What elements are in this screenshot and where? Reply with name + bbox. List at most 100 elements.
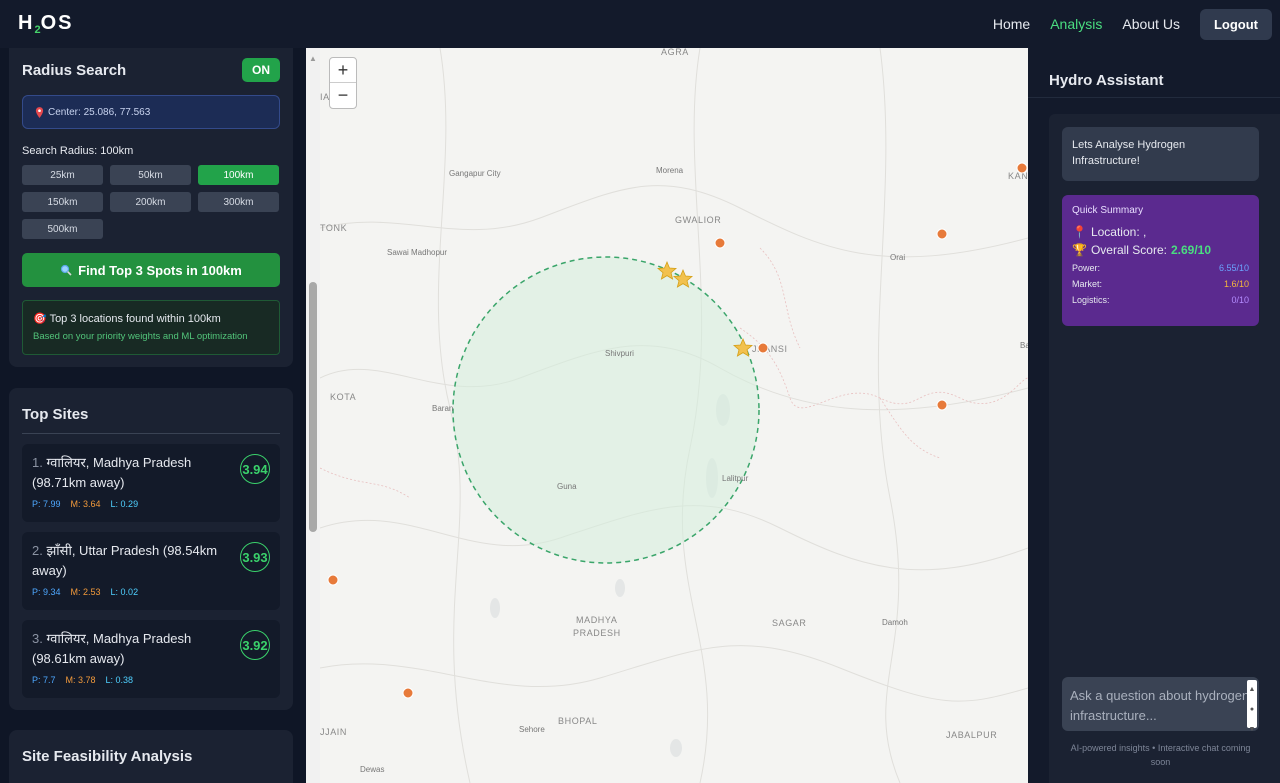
market-label: Market: (1072, 279, 1103, 289)
assistant-chat-area[interactable]: Lets Analyse Hydrogen Infrastructure! Qu… (1049, 114, 1280, 783)
find-top-spots-button[interactable]: Find Top 3 Spots in 100km (22, 253, 280, 287)
market-stat: M: 3.78 (65, 675, 96, 685)
target-icon: 🎯 (33, 313, 47, 325)
chat-input-scrollbar[interactable]: ▲ ● ▼ (1247, 680, 1257, 733)
top-sites-card: Top Sites 1. ग्वालियर, Madhya Pradesh (9… (9, 388, 293, 710)
site-item[interactable]: 1. ग्वालियर, Madhya Pradesh (98.71km awa… (22, 444, 280, 522)
search-radius-label: Search Radius: 100km (22, 145, 134, 157)
site-name: 3. ग्वालियर, Madhya Pradesh (98.61km awa… (32, 631, 192, 666)
svg-text:Baran: Baran (432, 404, 453, 413)
radius-search-title: Radius Search (22, 61, 127, 79)
hydro-assistant-panel: Hydro Assistant Lets Analyse Hydrogen In… (1028, 48, 1280, 783)
site-score: 3.93 (240, 542, 270, 572)
pin-icon (35, 106, 44, 118)
svg-text:Lalitpur: Lalitpur (722, 474, 749, 483)
chat-input[interactable]: Ask a question about hydrogen infrastruc… (1062, 677, 1259, 733)
svg-text:Damoh: Damoh (882, 618, 908, 627)
logistics-stat: L: 0.02 (110, 587, 139, 597)
assistant-message: Lets Analyse Hydrogen Infrastructure! (1062, 127, 1259, 181)
scroll-thumb[interactable] (309, 282, 317, 532)
trophy-icon: 🏆 (1072, 243, 1087, 257)
radius-toggle[interactable]: ON (242, 58, 280, 82)
radius-option-100km[interactable]: 100km (198, 165, 279, 185)
main-nav: Home Analysis About Us Logout (993, 8, 1272, 40)
radius-option-200km[interactable]: 200km (110, 192, 191, 212)
sidebar-scrollbar[interactable]: ▲ (306, 48, 320, 783)
app-logo[interactable]: H2OS (18, 12, 73, 36)
site-item[interactable]: 3. ग्वालियर, Madhya Pradesh (98.61km awa… (22, 620, 280, 698)
map-view[interactable]: AGRA IA Gangapur City Morena GWALIOR TON… (320, 48, 1028, 783)
site-stats: P: 7.99 M: 3.64 L: 0.29 (32, 499, 270, 509)
site-item[interactable]: 2. झाँसी, Uttar Pradesh (98.54km away) P:… (22, 532, 280, 610)
assistant-footer: AI-powered insights • Interactive chat c… (1070, 743, 1251, 767)
radius-option-25km[interactable]: 25km (22, 165, 103, 185)
svg-text:JHANSI: JHANSI (752, 344, 788, 354)
radius-option-500km[interactable]: 500km (22, 219, 103, 239)
svg-text:Morena: Morena (656, 166, 684, 175)
svg-text:BHOPAL: BHOPAL (558, 716, 597, 726)
market-stat: M: 2.53 (70, 587, 101, 597)
svg-text:MADHYA: MADHYA (576, 615, 617, 625)
svg-text:Shivpuri: Shivpuri (605, 349, 634, 358)
power-stat: P: 9.34 (32, 587, 61, 597)
svg-text:Gangapur City: Gangapur City (449, 169, 501, 178)
search-icon (61, 264, 72, 276)
power-label: Power: (1072, 263, 1101, 273)
top-sites-list: 1. ग्वालियर, Madhya Pradesh (98.71km awa… (22, 444, 280, 698)
svg-text:JJAIN: JJAIN (320, 727, 347, 737)
overall-score-value: 2.69/10 (1170, 243, 1212, 257)
svg-text:Sehore: Sehore (519, 725, 545, 734)
summary-location: Location: , (1090, 225, 1147, 239)
result-subtitle: Based on your priority weights and ML op… (33, 331, 248, 342)
overall-score-label: Overall Score: (1090, 243, 1167, 257)
svg-text:JABALPUR: JABALPUR (946, 730, 997, 740)
svg-text:KOTA: KOTA (330, 392, 356, 402)
svg-text:Dewas: Dewas (360, 765, 384, 774)
site-feasibility-card: Site Feasibility Analysis (9, 730, 293, 783)
top-navbar: H2OS Home Analysis About Us Logout (0, 0, 1280, 48)
svg-text:GWALIOR: GWALIOR (675, 215, 721, 225)
svg-text:SAGAR: SAGAR (772, 618, 807, 628)
logistics-value: 0/10 (1231, 295, 1249, 305)
site-score: 3.94 (240, 454, 270, 484)
zoom-out-button[interactable]: − (330, 83, 356, 108)
nav-analysis[interactable]: Analysis (1050, 16, 1102, 32)
chat-input-placeholder: Ask a question about hydrogen infrastruc… (1070, 688, 1250, 723)
radius-option-300km[interactable]: 300km (198, 192, 279, 212)
radius-search-card: Radius Search ON Center: 25.086, 77.563 … (9, 48, 293, 367)
search-result-box: 🎯 Top 3 locations found within 100km Bas… (22, 300, 280, 355)
pin-icon: 📍 (1072, 225, 1087, 239)
logistics-stat: L: 0.29 (110, 499, 139, 509)
quick-summary-card: Quick Summary 📍 Location: , 🏆 Overall Scor… (1062, 195, 1259, 326)
summary-title: Quick Summary (1072, 205, 1144, 216)
power-value: 6.55/10 (1218, 263, 1249, 273)
scroll-up-arrow[interactable]: ▲ (309, 54, 317, 63)
radius-option-150km[interactable]: 150km (22, 192, 103, 212)
svg-text:AGRA: AGRA (661, 48, 689, 57)
site-stats: P: 9.34 M: 2.53 L: 0.02 (32, 587, 270, 597)
logistics-stat: L: 0.38 (105, 675, 134, 685)
logistics-label: Logistics: (1072, 295, 1110, 305)
power-stat: P: 7.99 (32, 499, 61, 509)
assistant-title: Hydro Assistant (1028, 48, 1280, 98)
top-sites-title: Top Sites (22, 406, 280, 434)
zoom-in-button[interactable]: + (330, 58, 356, 83)
site-name: 1. ग्वालियर, Madhya Pradesh (98.71km awa… (32, 455, 192, 490)
svg-text:PRADESH: PRADESH (573, 628, 621, 638)
radius-option-50km[interactable]: 50km (110, 165, 191, 185)
site-name: 2. झाँसी, Uttar Pradesh (98.54km away) (32, 543, 218, 578)
svg-text:Ba: Ba (1020, 341, 1028, 350)
market-stat: M: 3.64 (70, 499, 101, 509)
left-sidebar[interactable]: Radius Search ON Center: 25.086, 77.563 … (0, 48, 306, 783)
nav-home[interactable]: Home (993, 16, 1030, 32)
center-coordinates: Center: 25.086, 77.563 (22, 95, 280, 129)
logout-button[interactable]: Logout (1199, 8, 1272, 40)
map-canvas[interactable]: AGRA IA Gangapur City Morena GWALIOR TON… (320, 48, 1028, 783)
svg-text:Orai: Orai (890, 253, 905, 262)
site-stats: P: 7.7 M: 3.78 L: 0.38 (32, 675, 270, 685)
nav-about[interactable]: About Us (1122, 16, 1180, 32)
zoom-controls: + − (329, 57, 357, 109)
power-stat: P: 7.7 (32, 675, 56, 685)
svg-text:Sawai Madhopur: Sawai Madhopur (387, 248, 447, 257)
svg-text:TONK: TONK (320, 223, 347, 233)
